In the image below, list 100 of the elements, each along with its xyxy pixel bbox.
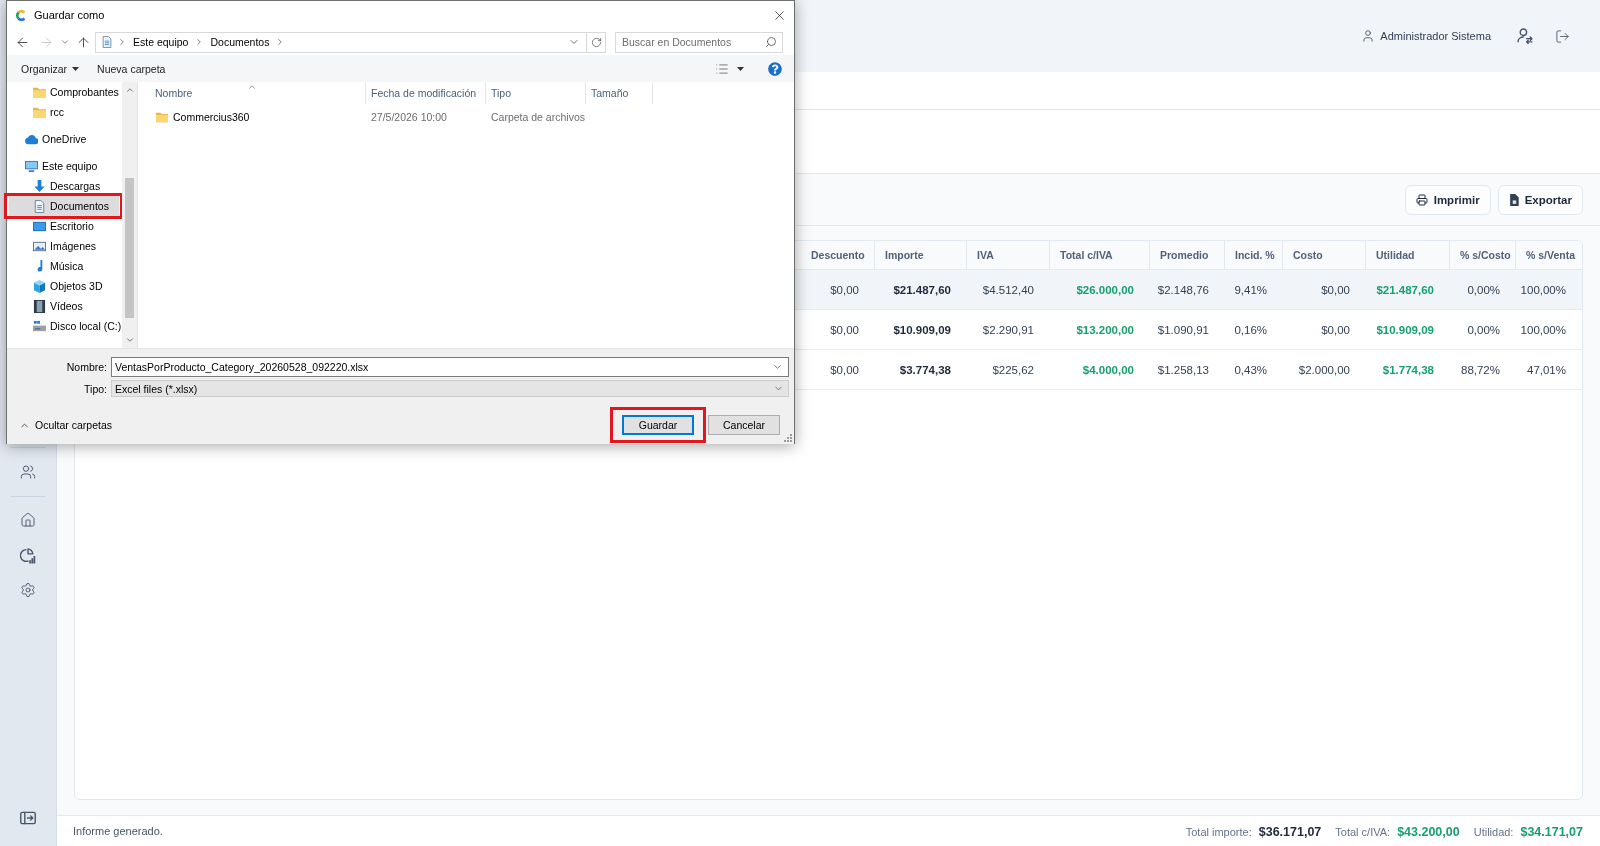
column-header: Importe: [875, 241, 967, 269]
file-date: 27/5/2026 10:00: [371, 111, 447, 123]
document-icon: [101, 36, 113, 48]
user-icon: [1361, 29, 1376, 43]
user-swap-icon[interactable]: [1517, 28, 1533, 44]
total-value: $43.200,00: [1397, 825, 1460, 839]
folder-icon: [33, 85, 46, 99]
nav-item[interactable]: OneDrive: [9, 129, 122, 149]
table-cell-text: $10.909,09: [1375, 323, 1435, 336]
nav-item[interactable]: rcc: [9, 102, 122, 122]
logout-icon[interactable]: [1555, 28, 1570, 44]
toolbar-button[interactable]: Imprimir: [1404, 184, 1491, 215]
table-cell-text: 9,41%: [1233, 283, 1268, 296]
filename-field[interactable]: VentasPorProducto_Category_20260528_092220.xlsx: [111, 357, 789, 377]
total-value: $34.171,07: [1520, 825, 1583, 839]
picture-icon: [33, 239, 46, 253]
column-header[interactable]: Nombre: [138, 82, 366, 104]
file-icon: [1508, 193, 1519, 206]
drive-icon: [33, 319, 46, 333]
scroll-down-icon[interactable]: [124, 335, 135, 345]
film-strip-icon: [33, 299, 46, 313]
nav-item[interactable]: Escritorio: [9, 216, 122, 236]
column-header[interactable]: Tipo: [486, 82, 586, 104]
dialog-button[interactable]: Guardar: [622, 415, 694, 435]
table-cell-text: $0,00: [829, 283, 860, 296]
chevron-down-icon[interactable]: [60, 37, 70, 47]
refresh-icon: [590, 36, 602, 48]
refresh-button[interactable]: [587, 31, 606, 53]
table-cell-text: $0,00: [1320, 283, 1351, 296]
list-view-icon[interactable]: [715, 61, 729, 76]
column-header: Descuento: [801, 241, 875, 269]
table-cell-text: $0,00: [829, 323, 860, 336]
total-label: Total c/IVA:: [1335, 826, 1391, 838]
monitor-icon: [25, 159, 38, 173]
table-cell-text: $1.090,91: [1156, 323, 1210, 336]
table-cell-text: $3.774,38: [898, 363, 952, 376]
nav-item[interactable]: Imágenes: [9, 236, 122, 256]
column-header: % s/Venta: [1525, 248, 1577, 263]
table-cell-text: $21.487,60: [892, 283, 952, 296]
table-cell-text: 88,72%: [1460, 363, 1501, 376]
home-icon[interactable]: [20, 512, 36, 528]
table-cell-text: $0,00: [1320, 323, 1351, 336]
table-cell-text: 100,00%: [1519, 283, 1567, 296]
table-cell-text: 0,16%: [1233, 323, 1268, 336]
resize-grip-icon[interactable]: [784, 434, 792, 442]
table-cell-text: $1.774,38: [1381, 363, 1435, 376]
dialog-title: Guardar como: [34, 9, 105, 21]
search-field[interactable]: Buscar en Documentos: [615, 31, 783, 53]
cloud-icon: [25, 132, 38, 146]
filetype-dropdown[interactable]: Excel files (*.xlsx): [111, 380, 789, 397]
table-cell-text: $13.200,00: [1075, 323, 1135, 336]
user-name[interactable]: Administrador Sistema: [1380, 30, 1491, 42]
column-header[interactable]: Fecha de modificación: [366, 82, 486, 104]
table-cell-text: 100,00%: [1519, 323, 1567, 336]
column-header: Promedio: [1150, 241, 1225, 269]
nav-item[interactable]: Documentos: [9, 196, 120, 216]
hide-folders-button[interactable]: Ocultar carpetas: [19, 419, 113, 431]
document-icon: [33, 199, 46, 213]
address-bar[interactable]: Este equipo Documentos: [95, 31, 587, 53]
search-icon: [765, 36, 777, 48]
table-cell-text: $2.148,76: [1156, 283, 1210, 296]
dialog-button[interactable]: Cancelar: [708, 415, 780, 435]
chart-icon[interactable]: [20, 548, 36, 564]
file-name[interactable]: Commercius360: [173, 111, 250, 123]
scroll-up-icon[interactable]: [124, 85, 135, 95]
total-label: Utilidad:: [1473, 826, 1514, 838]
table-cell-text: 0,43%: [1233, 363, 1268, 376]
breadcrumb-item[interactable]: Documentos: [208, 36, 272, 48]
command-button[interactable]: Organizar: [21, 62, 80, 75]
total-value: $36.171,07: [1258, 825, 1322, 839]
column-header[interactable]: Tamaño: [586, 82, 653, 104]
column-header: Utilidad: [1366, 241, 1450, 269]
breadcrumb-item[interactable]: Este equipo: [131, 36, 191, 48]
printer-icon: [1415, 193, 1428, 206]
table-cell-text: $2.000,00: [1297, 363, 1351, 376]
screen-icon: [33, 219, 46, 233]
settings-icon[interactable]: [20, 582, 36, 598]
nav-item[interactable]: Descargas: [9, 176, 122, 196]
folder-icon: [33, 105, 46, 119]
column-header: Incid. %: [1225, 241, 1283, 269]
table-cell-text: $10.909,09: [892, 323, 952, 336]
table-cell-text: $21.487,60: [1375, 283, 1435, 296]
sort-caret-icon: [246, 82, 257, 92]
scrollbar[interactable]: [122, 82, 138, 348]
app-icon: [16, 9, 27, 21]
table-cell-text: $26.000,00: [1075, 283, 1135, 296]
column-header: % s/Costo: [1450, 241, 1516, 269]
toolbar-button[interactable]: Exportar: [1497, 184, 1583, 215]
help-icon[interactable]: [768, 61, 782, 76]
nav-item[interactable]: Este equipo: [9, 156, 122, 176]
nav-item[interactable]: Comprobantes: [9, 82, 122, 102]
command-button[interactable]: Nueva carpeta: [97, 62, 166, 75]
table-cell-text: $225,62: [991, 363, 1035, 376]
download-arrow-icon: [33, 179, 46, 193]
table-cell-text: 0,00%: [1466, 283, 1501, 296]
total-label: Total importe:: [1185, 826, 1252, 838]
column-header: Total c/IVA: [1050, 241, 1150, 269]
sidebar-toggle-icon[interactable]: [20, 811, 36, 825]
scrollbar-thumb[interactable]: [125, 178, 135, 318]
users-icon[interactable]: [20, 464, 36, 480]
